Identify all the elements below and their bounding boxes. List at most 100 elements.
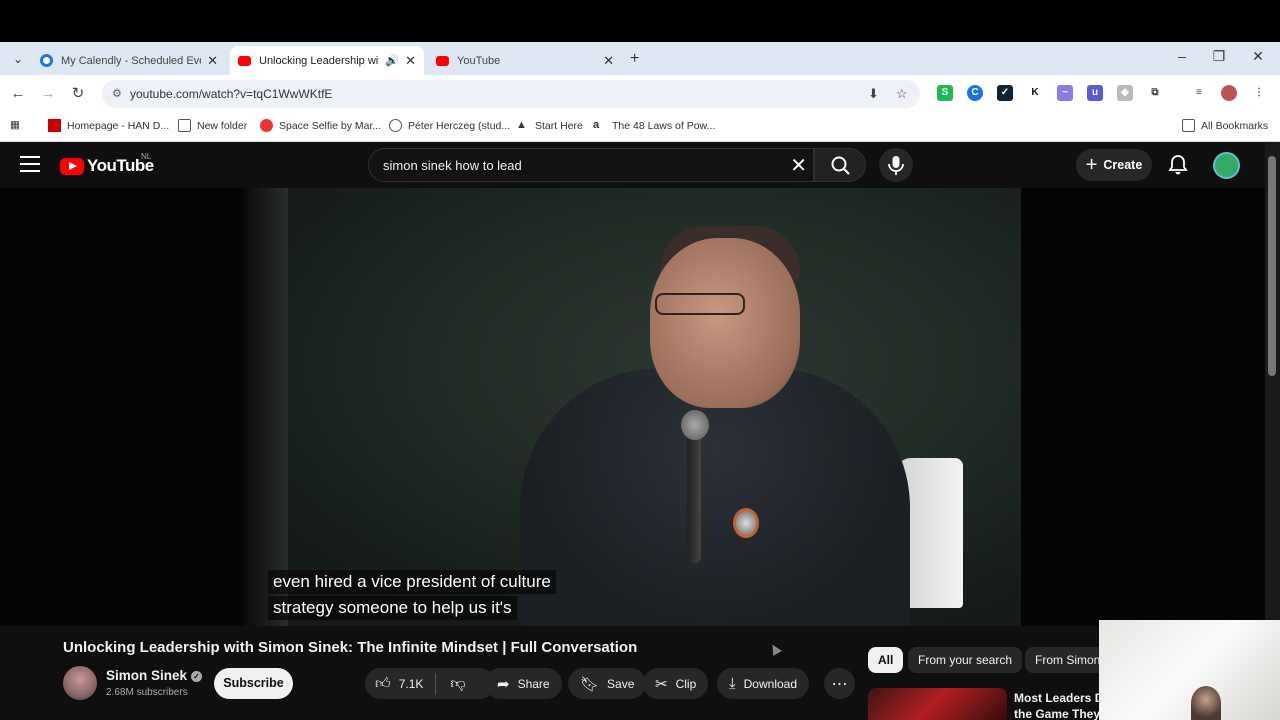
- tab-youtube[interactable]: YouTube ✕: [428, 46, 622, 75]
- channel-avatar[interactable]: [63, 666, 97, 700]
- space-icon: [260, 119, 273, 132]
- video-wristwatch: [733, 508, 759, 538]
- tab-title: Unlocking Leadership with Simon Sinek: [259, 54, 379, 67]
- bookmark-star-icon[interactable]: ☆: [896, 86, 908, 102]
- close-tab-icon[interactable]: ✕: [603, 53, 614, 69]
- extension-k-icon[interactable]: K: [1027, 85, 1043, 101]
- country-code: NL: [141, 152, 152, 161]
- back-icon[interactable]: ←: [8, 84, 28, 104]
- more-menu-icon[interactable]: ⋮: [1251, 85, 1267, 101]
- recommended-thumbnail[interactable]: [868, 688, 1007, 720]
- notifications-bell-icon[interactable]: [1168, 154, 1188, 181]
- install-app-icon[interactable]: ⬇: [868, 86, 879, 102]
- video-player[interactable]: even hired a vice president of culture s…: [0, 188, 1265, 626]
- profile-avatar-icon[interactable]: [1221, 85, 1237, 101]
- minimize-icon[interactable]: –: [1172, 48, 1192, 64]
- more-actions-icon[interactable]: ⋯: [824, 668, 855, 699]
- channel-name[interactable]: Simon Sinek ✓: [106, 668, 203, 683]
- tab-calendly[interactable]: My Calendly - Scheduled Events ✕: [32, 46, 226, 75]
- forward-icon[interactable]: →: [38, 84, 58, 104]
- like-button[interactable]: 👍︎ 7.1K: [365, 668, 423, 699]
- extension-shield-icon[interactable]: ◆: [1117, 85, 1133, 101]
- bookmark-48-laws[interactable]: a The 48 Laws of Pow...: [593, 119, 715, 132]
- youtube-icon: [238, 55, 251, 66]
- reload-icon[interactable]: ↻: [68, 84, 88, 104]
- hamburger-menu-icon[interactable]: [20, 156, 40, 174]
- extension-feather-icon[interactable]: ~: [1057, 85, 1073, 101]
- thumbs-down-icon[interactable]: 👎︎: [436, 675, 465, 693]
- youtube-logo[interactable]: YouTube NL: [60, 152, 154, 176]
- new-tab-icon[interactable]: +: [630, 50, 639, 68]
- tab-youtube-video[interactable]: Unlocking Leadership with Simon Sinek 🔊 …: [230, 46, 424, 75]
- youtube-page: YouTube NL simon sinek how to lead ✕ + C…: [0, 142, 1265, 720]
- like-count: 7.1K: [398, 676, 424, 691]
- close-tab-icon[interactable]: ✕: [207, 53, 218, 69]
- bookmark-space-selfie[interactable]: Space Selfie by Mar...: [260, 119, 381, 132]
- search-button[interactable]: [814, 148, 866, 182]
- apps-grid-icon[interactable]: ▦: [10, 119, 20, 131]
- subscribe-button[interactable]: Subscribe: [214, 668, 293, 699]
- extension-c-icon[interactable]: C: [967, 85, 983, 101]
- video-title: Unlocking Leadership with Simon Sinek: T…: [63, 639, 638, 656]
- bookmark-label: The 48 Laws of Pow...: [612, 119, 716, 132]
- bookmarks-bar: ▦ Homepage - HAN D... New folder Space S…: [0, 113, 1280, 142]
- clip-button[interactable]: ✂ Clip: [643, 668, 709, 699]
- account-avatar[interactable]: [1213, 152, 1240, 179]
- close-tab-icon[interactable]: ✕: [405, 53, 416, 69]
- site-info-icon[interactable]: ⚙: [112, 87, 122, 100]
- extension-s-icon[interactable]: S: [937, 85, 953, 101]
- all-bookmarks-label: All Bookmarks: [1201, 119, 1269, 132]
- scrollbar-thumb[interactable]: [1268, 156, 1276, 376]
- caption-line: strategy someone to help us it's: [268, 596, 517, 620]
- bookmark-new-folder[interactable]: New folder: [178, 119, 247, 132]
- browser-toolbar: ← → ↻ ⚙ youtube.com/watch?v=tqC1WwWKtfE …: [0, 75, 1280, 113]
- tab-strip: ⌄ My Calendly - Scheduled Events ✕ Unloc…: [0, 42, 1280, 75]
- channel-name-text: Simon Sinek: [106, 668, 188, 683]
- clip-label: Clip: [675, 676, 697, 691]
- save-button[interactable]: 🔖︎ Save: [568, 668, 647, 699]
- folder-icon: [1182, 119, 1195, 132]
- youtube-icon: [436, 55, 449, 66]
- youtube-play-icon: [60, 157, 84, 175]
- bookmark-han[interactable]: Homepage - HAN D...: [48, 119, 169, 132]
- close-window-icon[interactable]: ✕: [1248, 48, 1268, 65]
- tab-search-chevron-icon[interactable]: ⌄: [8, 50, 28, 68]
- video-speaker-head: [650, 238, 800, 408]
- media-controls-icon[interactable]: ≡: [1191, 85, 1207, 101]
- chip-from-your-search[interactable]: From your search: [908, 647, 1023, 673]
- all-bookmarks[interactable]: All Bookmarks: [1182, 119, 1268, 132]
- download-label: Download: [743, 676, 798, 691]
- clear-search-icon[interactable]: ✕: [790, 153, 807, 178]
- download-icon: ⤓: [729, 675, 736, 692]
- download-button[interactable]: ⤓ Download: [717, 668, 810, 699]
- extensions-puzzle-icon[interactable]: ⧉: [1147, 85, 1163, 101]
- screen-top-bar: [0, 0, 1280, 42]
- chip-from-simon[interactable]: From Simon: [1025, 647, 1111, 673]
- bookmark-label: New folder: [197, 119, 248, 132]
- video-speaker-glasses: [655, 293, 745, 315]
- create-label: Create: [1103, 158, 1143, 172]
- bookmark-label: Start Here: [535, 119, 583, 132]
- subscriber-count: 2.68M subscribers: [106, 687, 188, 698]
- create-button[interactable]: + Create: [1076, 149, 1152, 181]
- like-dislike-group: 👍︎ 7.1K 👎︎: [365, 668, 495, 699]
- bookmark-peter-herczeg[interactable]: Péter Herczeg (stud...: [389, 119, 510, 132]
- bookmark-icon: 🔖︎: [580, 675, 600, 693]
- url-text: youtube.com/watch?v=tqC1WwWKtfE: [130, 87, 333, 101]
- search-icon: [831, 156, 850, 175]
- extension-u-icon[interactable]: u: [1087, 85, 1103, 101]
- restore-icon[interactable]: ❐: [1209, 48, 1229, 65]
- voice-search-button[interactable]: [879, 148, 913, 182]
- thumbs-up-icon: 👍︎: [375, 674, 391, 692]
- browser-chrome: ⌄ My Calendly - Scheduled Events ✕ Unloc…: [0, 42, 1280, 142]
- speaker-icon[interactable]: 🔊: [385, 54, 399, 67]
- address-bar[interactable]: ⚙ youtube.com/watch?v=tqC1WwWKtfE ⬇ ☆: [102, 80, 920, 108]
- save-label: Save: [607, 676, 635, 691]
- share-button[interactable]: ➦ Share: [485, 668, 562, 699]
- bookmark-start-here[interactable]: ▲ Start Here: [516, 119, 583, 132]
- extension-check-icon[interactable]: ✓: [997, 85, 1013, 101]
- search-input[interactable]: simon sinek how to lead ✕: [368, 148, 814, 182]
- share-arrow-icon: ➦: [497, 675, 510, 693]
- triangle-icon: ▲: [516, 119, 527, 131]
- chip-all[interactable]: All: [868, 647, 904, 673]
